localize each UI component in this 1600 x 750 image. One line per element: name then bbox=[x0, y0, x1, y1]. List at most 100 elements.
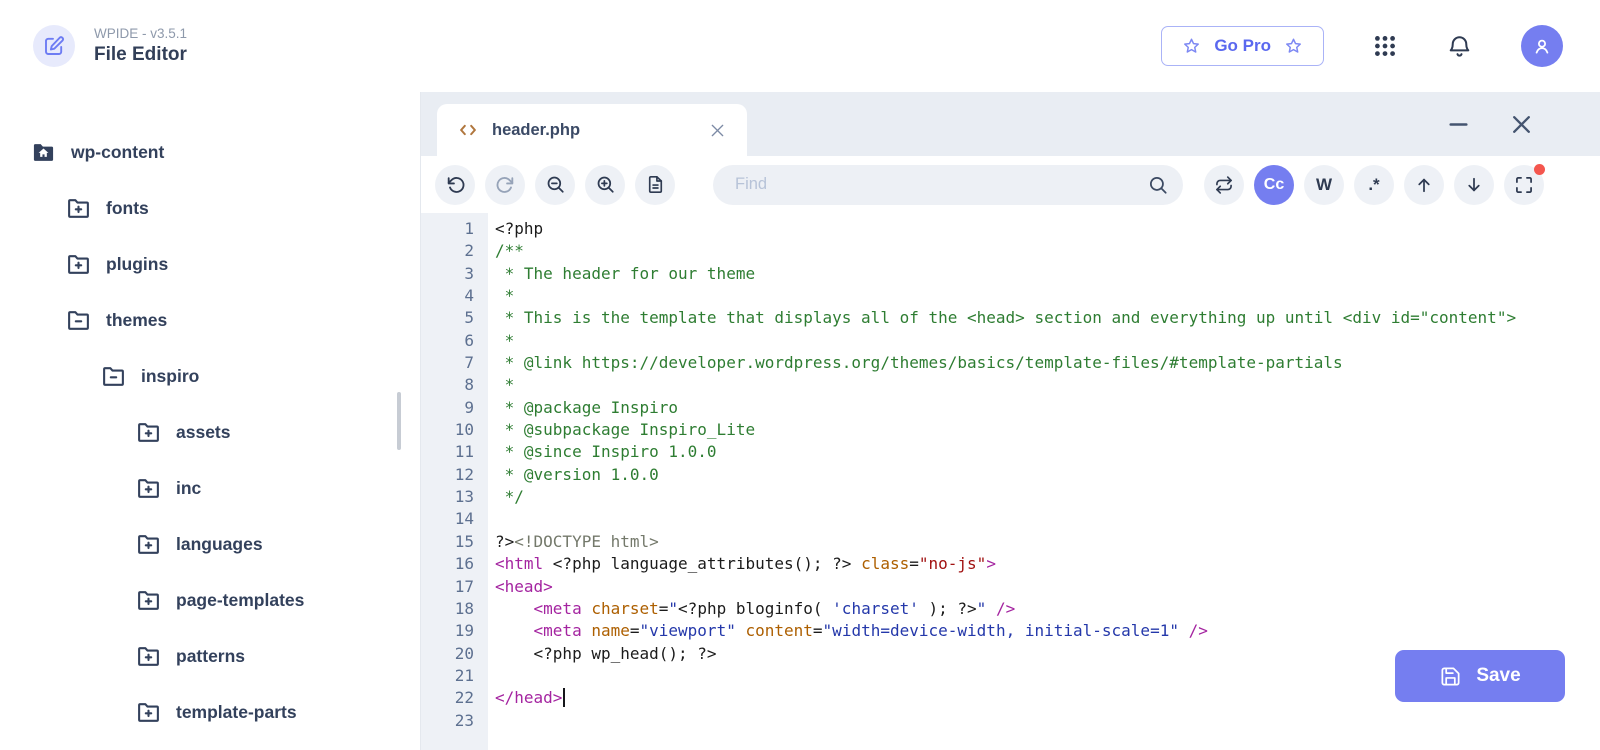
code-line-10: * @subpackage Inspiro_Lite bbox=[495, 420, 756, 440]
tree-item-themes[interactable]: themes bbox=[0, 292, 420, 348]
tree-item-page-templates[interactable]: page-templates bbox=[0, 572, 420, 628]
replace-toggle-button[interactable] bbox=[1204, 164, 1244, 205]
tree-item-inspiro[interactable]: inspiro bbox=[0, 348, 420, 404]
document-icon bbox=[645, 174, 666, 195]
save-button[interactable]: Save bbox=[1395, 650, 1565, 702]
tree-item-plugins[interactable]: plugins bbox=[0, 236, 420, 292]
tree-item-label: inspiro bbox=[141, 365, 200, 386]
save-label: Save bbox=[1476, 665, 1521, 686]
line-number: 3 bbox=[464, 263, 474, 283]
line-number: 9 bbox=[464, 397, 474, 417]
window-controls bbox=[1446, 92, 1600, 156]
tree-item-label: themes bbox=[106, 309, 168, 330]
close-button[interactable] bbox=[1509, 112, 1534, 137]
code-line-17: <head> bbox=[495, 576, 553, 596]
code-line-8: * bbox=[495, 375, 515, 395]
sidebar-scrollbar[interactable] bbox=[397, 392, 401, 450]
code-line-4: * bbox=[495, 286, 515, 306]
line-number-gutter: 1 2 3 4 5 6 7 8 9 10 11 12 13 14 15 16 17 18 19 20 21 22 23 bbox=[421, 213, 488, 750]
undo-icon bbox=[445, 174, 466, 195]
fullscreen-icon bbox=[1514, 175, 1534, 195]
tree-item-patterns[interactable]: patterns bbox=[0, 628, 420, 684]
code-line-6: * bbox=[495, 330, 515, 350]
home-folder-icon bbox=[30, 140, 56, 165]
tab-close-icon[interactable] bbox=[708, 121, 727, 140]
redo-icon bbox=[495, 174, 516, 195]
file-tree: wp-content fonts plugins themes inspiro asset… bbox=[0, 124, 420, 740]
regex-button[interactable]: .* bbox=[1354, 164, 1394, 205]
line-number: 17 bbox=[454, 576, 474, 596]
line-number: 1 bbox=[464, 219, 474, 238]
code-line-2: /** bbox=[495, 241, 524, 261]
code-line-9: * @package Inspiro bbox=[495, 397, 679, 417]
code-line-3: * The header for our theme bbox=[495, 263, 756, 283]
folder-plus-icon bbox=[135, 588, 161, 613]
notifications-button[interactable] bbox=[1446, 33, 1473, 60]
go-pro-button[interactable]: Go Pro bbox=[1161, 26, 1324, 66]
user-icon bbox=[1530, 34, 1554, 58]
line-number: 12 bbox=[454, 464, 474, 484]
code-line-1: <?php bbox=[495, 219, 544, 238]
code-line-15: ?><!DOCTYPE html> bbox=[495, 531, 659, 551]
notification-dot bbox=[1534, 163, 1545, 175]
undo-button[interactable] bbox=[435, 164, 475, 205]
tree-item-label: languages bbox=[176, 533, 263, 554]
star-icon bbox=[1283, 36, 1304, 57]
match-case-button[interactable]: Cc bbox=[1254, 164, 1294, 205]
tree-item-wp-content[interactable]: wp-content bbox=[0, 124, 420, 180]
zoom-out-button[interactable] bbox=[535, 164, 575, 205]
tree-item-label: assets bbox=[176, 421, 231, 442]
arrow-down-icon bbox=[1464, 175, 1484, 195]
tab-label: header.php bbox=[492, 120, 581, 139]
tree-item-template-parts[interactable]: template-parts bbox=[0, 684, 420, 740]
zoom-in-icon bbox=[595, 174, 616, 195]
star-icon bbox=[1181, 36, 1202, 57]
prev-match-button[interactable] bbox=[1404, 164, 1444, 205]
user-avatar[interactable] bbox=[1521, 25, 1563, 67]
line-number: 19 bbox=[454, 621, 474, 641]
file-info-button[interactable] bbox=[635, 164, 675, 205]
next-match-button[interactable] bbox=[1454, 164, 1494, 205]
line-number: 2 bbox=[464, 241, 474, 261]
code-line-5: * This is the template that displays all… bbox=[495, 308, 1517, 328]
line-number: 6 bbox=[464, 330, 474, 350]
redo-button[interactable] bbox=[485, 164, 525, 205]
code-line-11: * @since Inspiro 1.0.0 bbox=[495, 442, 717, 462]
search-icon[interactable] bbox=[1147, 174, 1169, 196]
tree-item-inc[interactable]: inc bbox=[0, 460, 420, 516]
tree-item-assets[interactable]: assets bbox=[0, 404, 420, 460]
folder-minus-icon bbox=[100, 364, 126, 389]
code-line-7: * @link https://developer.wordpress.org/… bbox=[495, 353, 1343, 373]
repeat-icon bbox=[1214, 175, 1234, 195]
tab-header-php[interactable]: header.php bbox=[437, 104, 747, 156]
tree-item-fonts[interactable]: fonts bbox=[0, 180, 420, 236]
close-icon bbox=[1509, 112, 1534, 137]
line-number: 11 bbox=[454, 442, 474, 462]
folder-plus-icon bbox=[135, 420, 161, 445]
wpide-logo bbox=[33, 25, 75, 67]
tree-item-label: wp-content bbox=[71, 141, 165, 162]
line-number: 14 bbox=[454, 509, 474, 529]
apps-grid-button[interactable] bbox=[1372, 33, 1398, 59]
minimize-button[interactable] bbox=[1446, 112, 1471, 137]
line-number: 15 bbox=[454, 531, 474, 551]
zoom-in-button[interactable] bbox=[585, 164, 625, 205]
line-number: 16 bbox=[454, 554, 474, 574]
line-number: 22 bbox=[454, 688, 474, 708]
header-actions: Go Pro bbox=[1161, 25, 1563, 67]
tree-item-languages[interactable]: languages bbox=[0, 516, 420, 572]
tree-item-label: fonts bbox=[106, 197, 149, 218]
whole-word-button[interactable]: W bbox=[1304, 164, 1344, 205]
code-line-19: <meta name="viewport" content="width=dev… bbox=[533, 621, 1208, 641]
text-cursor bbox=[563, 688, 566, 708]
line-number: 13 bbox=[454, 487, 474, 507]
grid-dots-icon bbox=[1372, 33, 1398, 59]
line-number: 5 bbox=[464, 308, 474, 328]
code-brackets-icon bbox=[457, 119, 479, 141]
tree-item-label: template-parts bbox=[176, 701, 297, 722]
find-input[interactable] bbox=[735, 175, 1147, 194]
folder-plus-icon bbox=[135, 476, 161, 501]
line-number: 23 bbox=[454, 710, 474, 730]
tree-item-label: inc bbox=[176, 477, 202, 498]
